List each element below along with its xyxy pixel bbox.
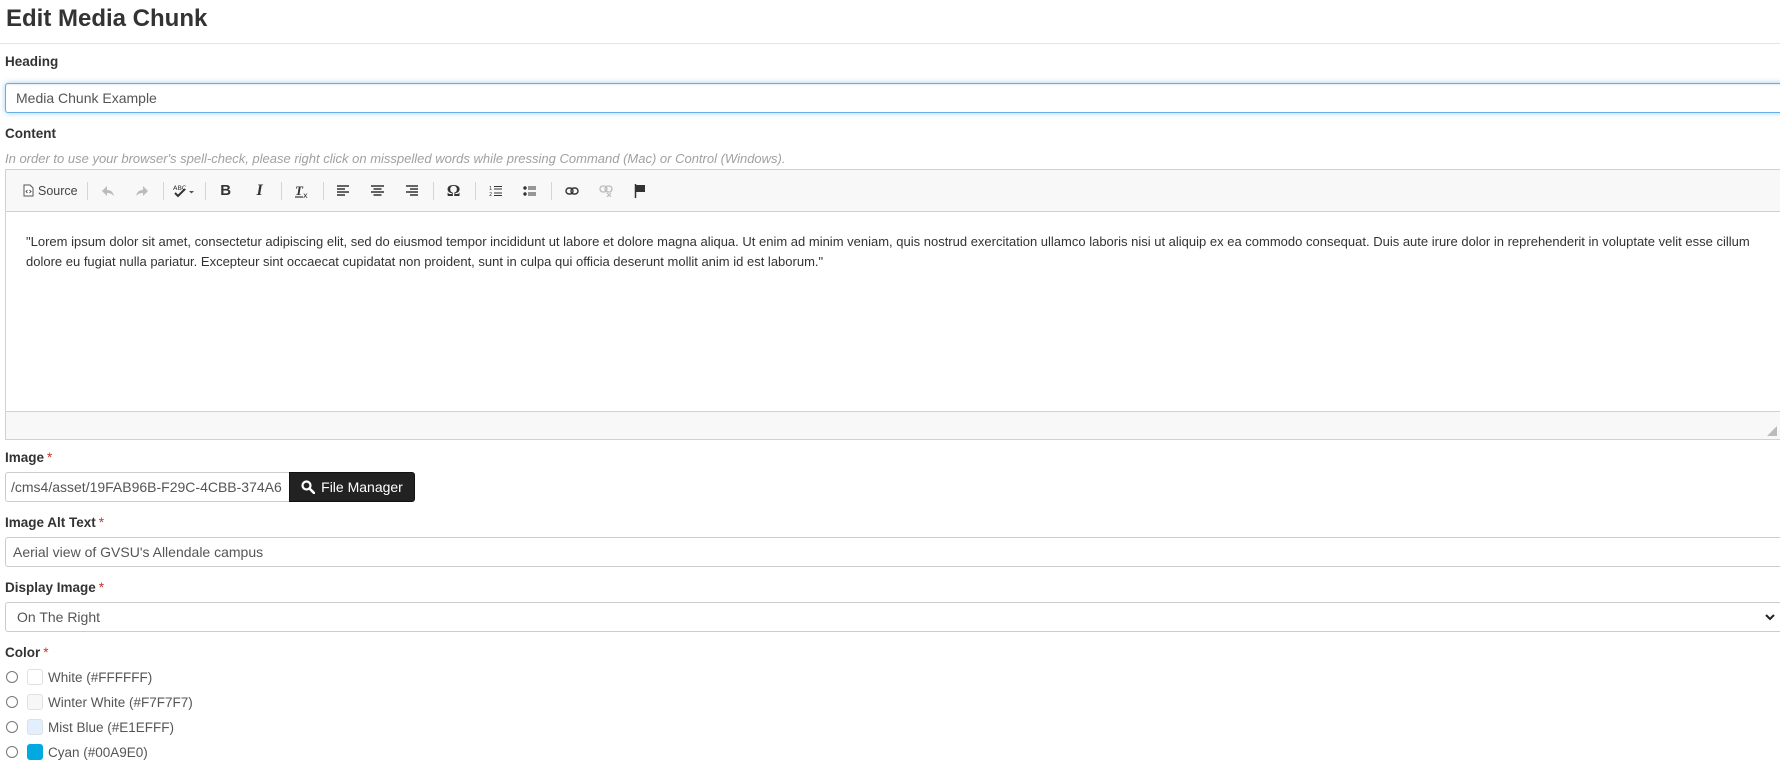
- resize-handle[interactable]: [1767, 426, 1777, 436]
- spellcheck-button[interactable]: ABC: [169, 178, 199, 204]
- color-radio-winter-white[interactable]: [6, 696, 18, 708]
- required-mark: *: [98, 515, 105, 530]
- color-swatch: [27, 744, 43, 760]
- color-swatch: [27, 694, 43, 710]
- file-manager-button[interactable]: File Manager: [289, 472, 415, 502]
- toolbar-separator: [86, 181, 88, 200]
- color-option-label: Cyan (#00A9E0): [48, 744, 148, 760]
- bulleted-list-button[interactable]: [515, 178, 545, 204]
- image-label: Image *: [5, 450, 52, 465]
- svg-text:x: x: [303, 191, 308, 199]
- color-label-text: Color: [5, 645, 41, 660]
- color-option-label: White (#FFFFFF): [48, 669, 153, 685]
- undo-icon: [101, 185, 114, 196]
- toolbar-separator: [162, 181, 164, 200]
- toolbar-separator: [432, 181, 434, 200]
- align-left-button[interactable]: [329, 178, 359, 204]
- color-radio-mist-blue[interactable]: [6, 721, 18, 733]
- bulleted-list-icon: [522, 185, 536, 196]
- spellcheck-help-text: In order to use your browser's spell-che…: [5, 151, 786, 166]
- title-divider: [0, 43, 1780, 44]
- align-left-icon: [337, 185, 350, 196]
- alt-text-label: Image Alt Text *: [5, 515, 104, 530]
- required-mark: *: [43, 645, 49, 660]
- image-path-input[interactable]: [5, 472, 290, 502]
- color-radio-cyan[interactable]: [6, 746, 18, 758]
- display-image-label: Display Image *: [5, 580, 104, 595]
- rich-text-editor: Source ABC B I Tx Ω 1 2 "Lorem ipsum dol…: [5, 169, 1780, 440]
- link-icon: [564, 186, 579, 195]
- svg-text:2: 2: [489, 192, 492, 197]
- align-center-icon: [371, 185, 385, 196]
- anchor-button[interactable]: [625, 178, 655, 204]
- editor-status-bar: [6, 411, 1780, 439]
- bold-icon: B: [220, 182, 232, 199]
- italic-icon: I: [256, 181, 263, 199]
- toolbar-separator: [204, 181, 206, 200]
- italic-button[interactable]: I: [245, 178, 275, 204]
- align-right-icon: [406, 185, 419, 196]
- chevron-down-icon: [1765, 614, 1775, 621]
- flag-icon: [634, 183, 645, 198]
- color-option-label: Mist Blue (#E1EFFF): [48, 719, 175, 735]
- content-label: Content: [5, 126, 56, 141]
- svg-text:ABC: ABC: [173, 184, 187, 192]
- file-manager-label: File Manager: [321, 479, 403, 495]
- special-char-button[interactable]: Ω: [439, 178, 469, 204]
- remove-format-icon: Tx: [294, 183, 308, 199]
- color-radio-white[interactable]: [6, 671, 18, 683]
- toolbar-separator: [550, 181, 552, 200]
- heading-input[interactable]: [5, 83, 1780, 113]
- bold-button[interactable]: B: [211, 178, 241, 204]
- color-option-label: Winter White (#F7F7F7): [48, 694, 193, 710]
- redo-button[interactable]: [127, 178, 157, 204]
- required-mark: *: [98, 580, 105, 595]
- toolbar-separator: [322, 181, 324, 200]
- redo-icon: [135, 185, 148, 196]
- color-label: Color *: [5, 645, 49, 660]
- unlink-button[interactable]: [591, 178, 621, 204]
- editor-content[interactable]: "Lorem ipsum dolor sit amet, consectetur…: [6, 212, 1780, 412]
- color-option[interactable]: White (#FFFFFF): [6, 667, 152, 687]
- align-right-button[interactable]: [397, 178, 427, 204]
- source-label: Source: [38, 183, 78, 198]
- color-option[interactable]: Cyan (#00A9E0): [6, 742, 148, 762]
- color-option[interactable]: Mist Blue (#E1EFFF): [6, 717, 174, 737]
- unlink-icon: [598, 184, 613, 197]
- align-center-button[interactable]: [363, 178, 393, 204]
- numbered-list-button[interactable]: 12: [481, 178, 511, 204]
- display-image-selected: On The Right: [17, 609, 101, 625]
- image-label-text: Image: [5, 450, 45, 465]
- color-option[interactable]: Winter White (#F7F7F7): [6, 692, 193, 712]
- heading-label: Heading: [5, 54, 59, 69]
- toolbar-separator: [280, 181, 282, 200]
- color-swatch: [27, 669, 43, 685]
- display-image-label-text: Display Image: [5, 580, 96, 595]
- toolbar-separator: [474, 181, 476, 200]
- source-button[interactable]: Source: [20, 178, 81, 204]
- editor-toolbar: Source ABC B I Tx Ω 1 2: [6, 170, 1780, 212]
- search-icon: [301, 480, 316, 494]
- alt-text-input[interactable]: [5, 537, 1780, 567]
- page-title: Edit Media Chunk: [6, 5, 208, 32]
- spellcheck-icon: ABC: [173, 184, 194, 197]
- omega-icon: Ω: [446, 180, 461, 200]
- color-swatch: [27, 719, 43, 735]
- undo-button[interactable]: [93, 178, 123, 204]
- numbered-list-icon: 12: [489, 185, 502, 197]
- alt-text-label-text: Image Alt Text: [5, 515, 96, 530]
- display-image-select[interactable]: On The Right: [5, 602, 1780, 632]
- link-button[interactable]: [557, 178, 587, 204]
- source-icon: [23, 184, 34, 197]
- remove-format-button[interactable]: Tx: [287, 178, 317, 204]
- required-mark: *: [47, 450, 53, 465]
